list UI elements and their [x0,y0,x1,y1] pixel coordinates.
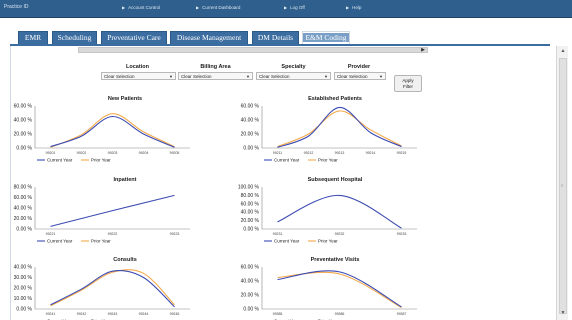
nav-label: Account Control [128,5,161,10]
tab-scheduling[interactable]: Scheduling [52,31,97,44]
nav-label: Help [352,5,362,10]
header-spacer [0,18,572,32]
tab-preventative-care[interactable]: Preventative Care [101,31,167,44]
arrow-right-icon: ▶ [346,5,350,10]
chart-title-established-patients: Established Patients [308,96,362,102]
nav-help[interactable]: ▶ Help [346,5,361,10]
tab-label: E&M Coding [303,33,349,42]
scroll-up-icon[interactable]: ▲ [559,48,567,56]
chart-title-consults: Consults [113,257,137,263]
specialty-select[interactable]: Clear Selection ▼ [256,72,331,80]
nav-label: Current Dashboard [202,5,241,10]
nav-label: Log Off [290,5,305,10]
grip-icon: ≡ [561,183,564,188]
arrow-right-icon: ▶ [122,5,126,10]
chart-title-preventative-visits: Preventative Visits [310,257,360,263]
apply-filter-label: Filter [403,83,413,89]
header-bar: Practice ID ▶ Account Control ▶ Current Da… [0,0,572,18]
chart-title-subsequent-hospital: Subsequent Hospital [307,177,363,183]
provider-select[interactable]: Clear Selection ▼ [334,72,386,80]
arrow-right-icon: ▶ [284,5,288,10]
dropdown-arrow-icon: ▼ [379,74,383,79]
vertical-scrollbar[interactable]: ▲ ≡ ▼ [556,46,568,320]
tab-dm-details[interactable]: DM Details [252,31,299,44]
apply-filter-button[interactable]: Apply Filter [394,75,422,92]
filter-label-provider: Provider [347,64,371,70]
horizontal-scrollbar[interactable]: ▶ [78,47,428,53]
tab-label: EMR [24,33,42,42]
scroll-down-icon[interactable]: ▼ [559,310,567,318]
nav-account-control[interactable]: ▶ Account Control [122,5,160,10]
select-value: Clear Selection [337,74,368,79]
tab-disease-management[interactable]: Disease Management [170,31,248,44]
apply-filter-label: Apply [402,78,414,83]
tab-label: Disease Management [176,33,242,42]
dropdown-arrow-icon: ▼ [169,74,173,79]
filter-label-location: Location [126,64,149,70]
nav-log-off[interactable]: ▶ Log Off [284,5,305,10]
practice-id-label: Practice ID [4,4,29,10]
tab-label: Preventative Care [107,33,161,42]
billing-area-select[interactable]: Clear Selection ▼ [178,72,253,80]
tab-em-coding[interactable]: E&M Coding [302,31,350,44]
nav-current-dashboard[interactable]: ▶ Current Dashboard [196,5,240,10]
scrollbar-thumb[interactable]: ≡ [559,58,567,314]
tab-label: DM Details [257,33,294,42]
select-value: Clear Selection [259,74,290,79]
scroll-right-icon: ▶ [421,47,425,53]
arrow-right-icon: ▶ [196,5,200,10]
location-select[interactable]: Clear Selection ▼ [101,72,176,80]
dropdown-arrow-icon: ▼ [246,74,250,79]
tab-emr[interactable]: EMR [18,31,48,44]
select-value: Clear Selection [104,74,135,79]
select-value: Clear Selection [181,74,212,79]
filter-label-specialty: Specialty [281,64,306,70]
chart-title-inpatient: Inpatient [113,177,137,183]
chart-title-new-patients: New Patients [107,96,143,102]
main-content [10,46,550,320]
dropdown-arrow-icon: ▼ [324,74,328,79]
filter-label-billing-area: Billing Area [200,64,231,70]
tab-label: Scheduling [57,33,92,42]
